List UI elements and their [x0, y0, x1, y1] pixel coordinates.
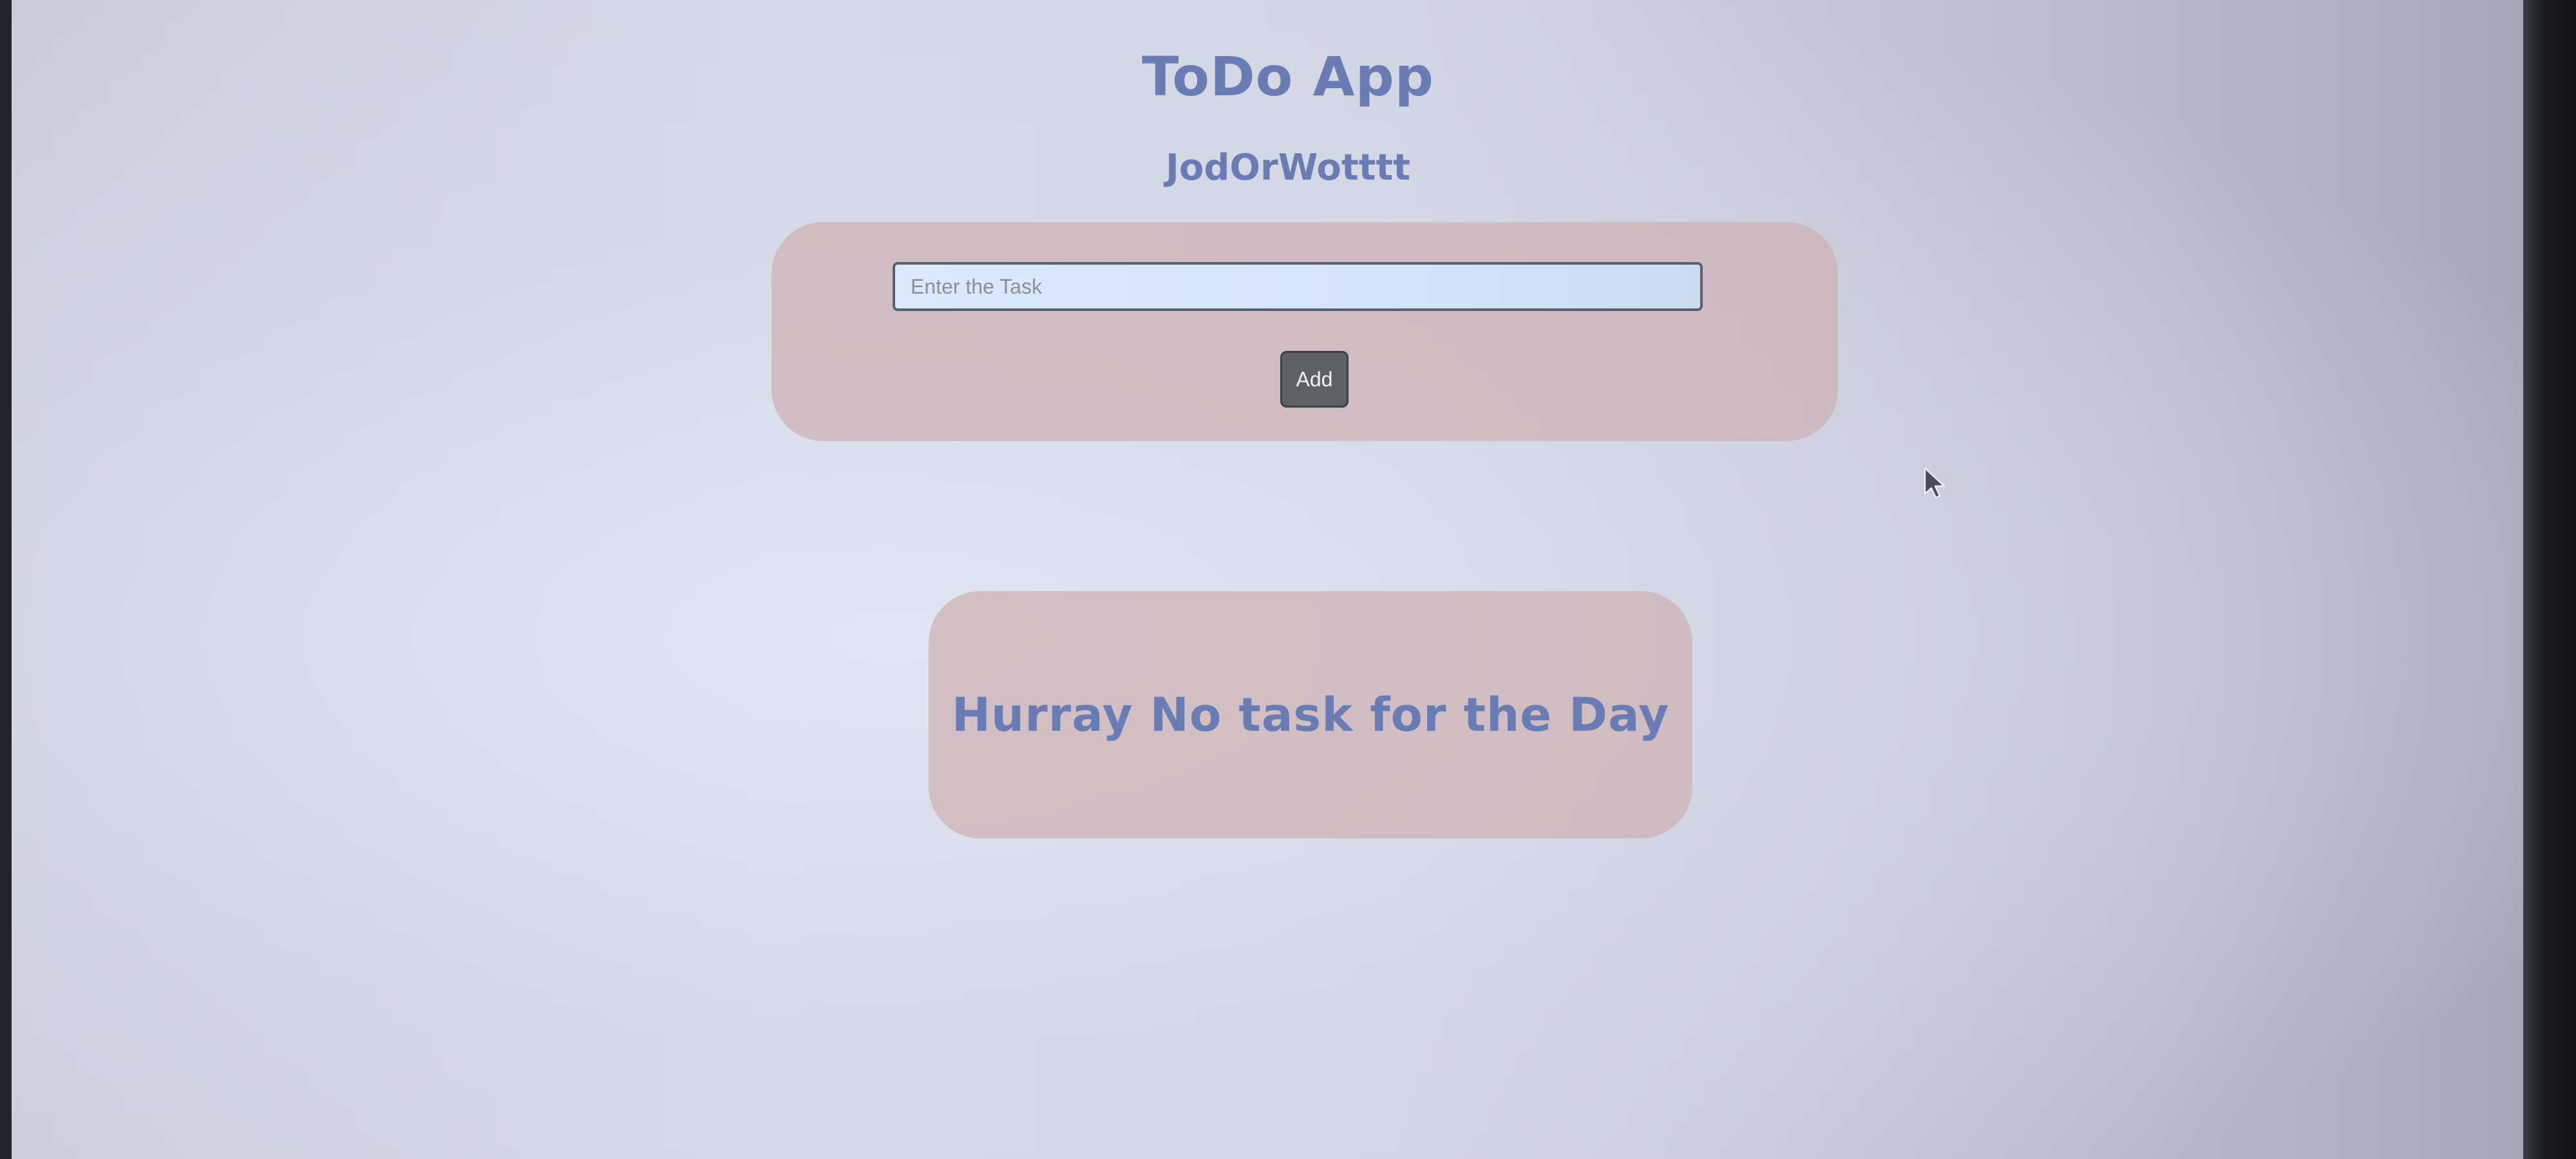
mouse-pointer-icon: [1924, 467, 1946, 499]
task-input[interactable]: [893, 262, 1703, 311]
app-subtitle: JodOrWotttt: [1166, 147, 1410, 189]
task-list-panel: Hurray No task for the Day: [929, 591, 1692, 838]
empty-state-message: Hurray No task for the Day: [951, 688, 1670, 742]
monitor-bezel-right: [2523, 0, 2576, 1159]
task-form-panel: Add: [772, 222, 1838, 441]
add-task-button[interactable]: Add: [1280, 351, 1349, 408]
app-title: ToDo App: [1142, 45, 1434, 108]
